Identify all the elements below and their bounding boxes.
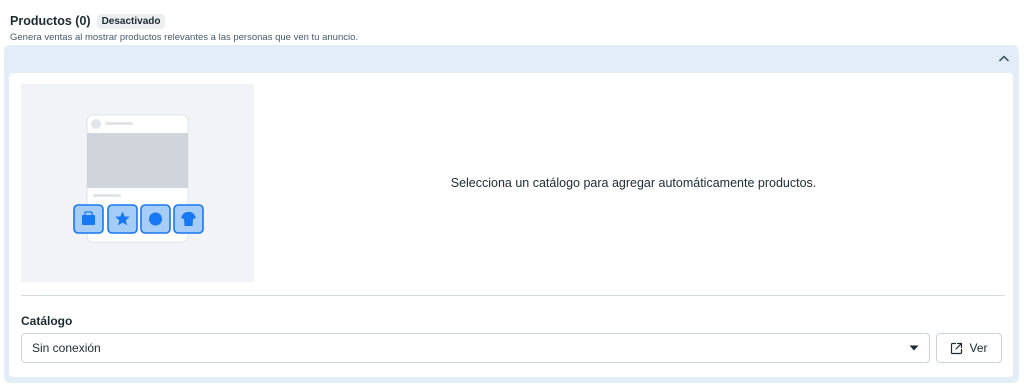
catalog-label: Catálogo — [21, 314, 73, 328]
catalog-select-value: Sin conexión — [32, 341, 101, 355]
caret-down-icon — [909, 345, 919, 351]
chevron-up-icon — [999, 55, 1009, 61]
circle-icon — [140, 204, 171, 234]
bag-icon — [73, 204, 104, 234]
products-panel: Selecciona un catálogo para agregar auto… — [4, 45, 1019, 383]
collapse-button[interactable] — [997, 51, 1011, 65]
view-catalog-button[interactable]: Ver — [936, 333, 1002, 363]
catalog-message: Selecciona un catálogo para agregar auto… — [450, 176, 817, 190]
view-button-label: Ver — [969, 341, 988, 355]
section-title: Productos (0) — [10, 14, 91, 28]
divider — [21, 295, 1005, 296]
image-placeholder — [87, 133, 188, 188]
catalog-select[interactable]: Sin conexión — [21, 333, 930, 363]
caption-line — [93, 194, 121, 197]
external-link-icon — [951, 342, 963, 354]
catalog-illustration — [21, 84, 254, 282]
section-description: Genera ventas al mostrar productos relev… — [10, 32, 359, 43]
header-line — [105, 122, 133, 125]
products-content: Selecciona un catálogo para agregar auto… — [9, 73, 1013, 377]
avatar-dot — [91, 119, 101, 129]
products-header: Productos (0) Desactivado Genera ventas … — [10, 13, 358, 43]
star-icon — [107, 204, 138, 234]
shirt-icon — [173, 204, 204, 234]
status-badge: Desactivado — [96, 13, 166, 29]
